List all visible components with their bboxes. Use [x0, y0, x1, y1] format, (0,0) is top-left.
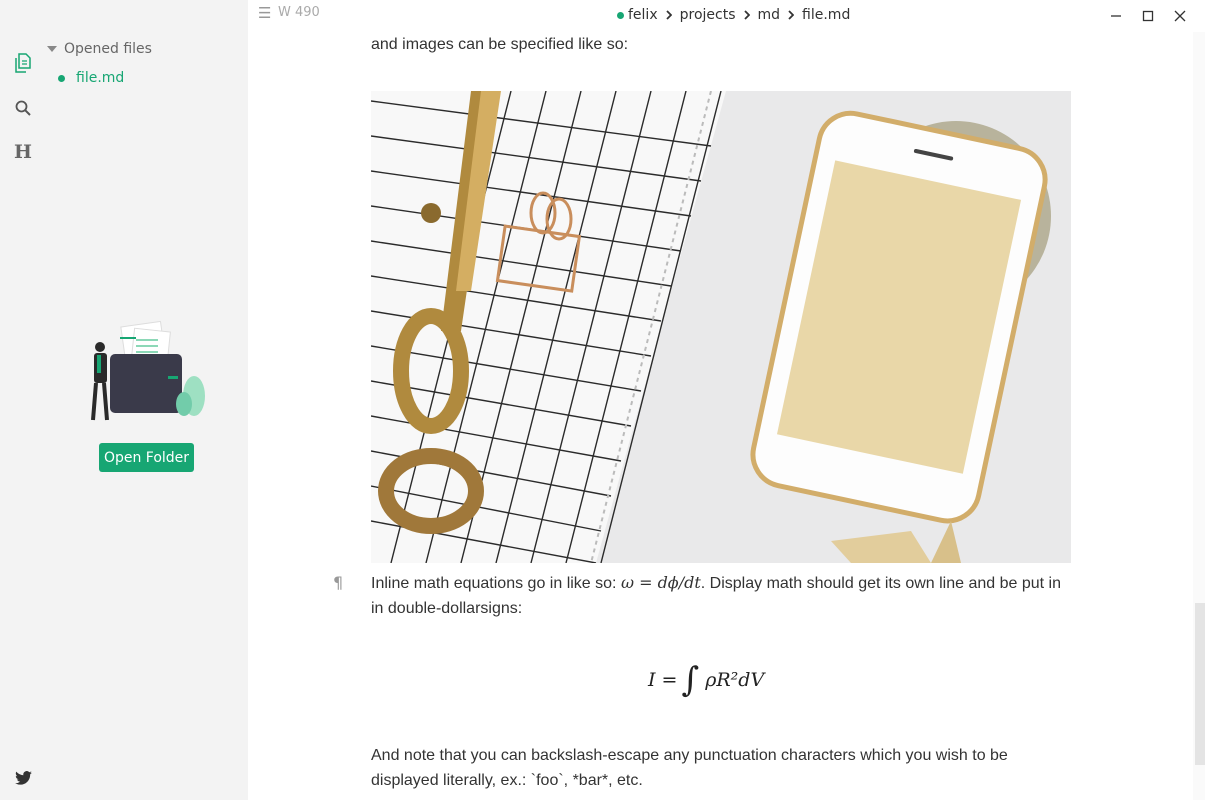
sidebar: H Opened files file.md Open Folder — [0, 0, 248, 800]
unsaved-dot-icon — [58, 74, 65, 82]
paragraph[interactable]: and images can be specified like so: — [371, 32, 1071, 57]
maximize-icon[interactable] — [1140, 8, 1156, 24]
chevron-right-icon — [743, 10, 750, 20]
breadcrumb-item[interactable]: projects — [680, 7, 736, 23]
math-lhs: I = — [648, 669, 678, 691]
chevron-right-icon — [788, 10, 795, 20]
breadcrumb-item[interactable]: felix — [628, 7, 658, 23]
menu-icon[interactable]: ☰ — [258, 4, 271, 22]
twitter-icon[interactable] — [13, 768, 33, 788]
heading-icon[interactable]: H — [13, 141, 33, 163]
opened-file-item[interactable]: file.md — [58, 70, 124, 86]
titlebar: ☰ W 490 felix projects md file.md — [248, 0, 1205, 32]
breadcrumb: felix projects md file.md — [617, 7, 850, 23]
word-count[interactable]: W 490 — [278, 5, 320, 20]
scrollbar-thumb[interactable] — [1195, 603, 1205, 765]
chevron-right-icon — [665, 10, 672, 20]
editor[interactable]: and images can be specified like so: ¶ I… — [248, 32, 1193, 800]
unsaved-indicator-icon — [617, 11, 624, 19]
paragraph[interactable]: Inline math equations go in like so: ω =… — [371, 570, 1071, 621]
math-rhs: ρR²dV — [705, 669, 765, 691]
paragraph[interactable]: And note that you can backslash-escape a… — [371, 743, 1071, 793]
search-icon[interactable] — [13, 98, 33, 118]
minimize-icon[interactable] — [1108, 8, 1124, 24]
paragraph-text: Inline math equations go in like so: — [371, 575, 621, 592]
integral-symbol: ∫ — [681, 660, 700, 700]
inline-math[interactable]: ω = dϕ/dt — [621, 573, 701, 592]
embedded-image[interactable] — [371, 91, 1071, 563]
display-math[interactable]: I = ∫ ρR²dV — [648, 660, 764, 700]
files-icon[interactable] — [13, 53, 33, 73]
open-folder-button[interactable]: Open Folder — [99, 443, 194, 472]
breadcrumb-item[interactable]: md — [758, 7, 781, 23]
opened-file-name: file.md — [76, 70, 125, 86]
breadcrumb-item[interactable]: file.md — [802, 7, 850, 23]
paragraph-marker-icon[interactable]: ¶ — [333, 573, 343, 592]
empty-folder-illustration — [91, 320, 205, 421]
collapse-triangle-icon — [47, 46, 57, 52]
opened-files-header[interactable]: Opened files — [47, 41, 152, 57]
opened-files-label: Opened files — [64, 41, 152, 57]
close-icon[interactable] — [1172, 8, 1188, 24]
